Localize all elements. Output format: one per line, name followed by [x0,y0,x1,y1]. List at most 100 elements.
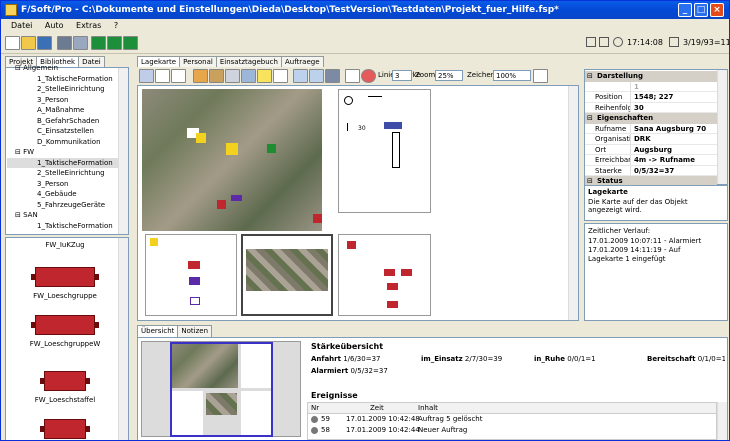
tree-item[interactable]: 5_FahrzeugeGeräte [7,200,119,211]
redo-icon[interactable] [309,69,324,83]
tree-item[interactable]: 4_Gebäude [7,189,119,200]
property-row[interactable]: Staerke 0/5/32=37 [585,165,717,176]
table-row[interactable]: 59 17.01.2009 10:42:48 Auftrag 5 gelösch… [308,414,716,425]
col-zeit[interactable]: Zeit [370,403,384,414]
menu-help[interactable]: ? [109,19,123,33]
stat-label: in_Ruhe [534,355,565,363]
line-width-select[interactable]: 3 [392,70,412,81]
map-marker-warning[interactable] [196,133,206,143]
stat-in-ruhe: in_Ruhe 0/0/1=1 [534,355,596,363]
minimap-viewport[interactable] [170,342,273,437]
event-nr: 59 [321,415,330,423]
property-row[interactable]: OrganisationDRK [585,134,717,145]
symbol-tool-icon[interactable] [193,69,208,83]
stat-value: 0/5/32=37 [350,367,388,375]
zoom-fit-icon[interactable] [325,69,340,83]
color-picker-icon[interactable] [361,69,376,83]
event-time: 17.01.2009 10:42:48 [346,415,420,423]
map-marker-red[interactable] [217,200,226,209]
tree-item[interactable]: 2_StelleEinrichtung [7,84,119,95]
property-row[interactable]: Reihenfolge30 [585,102,717,113]
library-item[interactable] [19,419,111,439]
property-row[interactable]: Rufname Sana Augsburg 70 [585,123,717,134]
list-icon[interactable] [599,37,609,47]
select-icon[interactable] [139,69,154,83]
new-file-icon[interactable] [5,36,20,50]
tree-group[interactable]: ⊟ FW [7,147,119,158]
tree-item[interactable]: 1_TaktischeFormation [7,157,119,168]
property-value: DRK [634,135,651,143]
open-folder-icon[interactable] [21,36,36,50]
image-tool-icon[interactable] [209,69,224,83]
tree-item[interactable]: A_Maßnahme [7,105,119,116]
grid-tool-icon[interactable] [225,69,240,83]
rect-select-icon[interactable] [155,69,170,83]
font-size-select[interactable]: 100% [493,70,531,81]
property-row[interactable]: Ort Augsburg [585,144,717,155]
col-inhalt[interactable]: Inhalt [418,403,438,414]
sheet-red-symbol [347,241,356,249]
section-darstellung[interactable]: Darstellung [585,71,717,82]
line-tool-icon[interactable] [273,69,288,83]
stat-bereitschaft: Bereitschaft 0/1/0=1 [647,355,725,363]
library-item[interactable]: FW_IuKZug [19,241,111,249]
property-row[interactable]: 1 [585,81,717,92]
tree-scrollbar[interactable] [118,68,128,234]
menu-extras[interactable]: Extras [71,19,106,33]
print-preview-icon[interactable] [73,36,88,50]
sheet-red-symbol [384,269,395,276]
print-icon[interactable] [57,36,72,50]
sort-icon[interactable] [586,37,596,47]
property-value: 1 [634,82,639,91]
arrow-left-icon[interactable] [123,36,138,50]
alarm-icon[interactable] [533,69,548,83]
tree-item[interactable]: 3_Person [7,179,119,190]
tree-item[interactable]: 3_Person [7,95,119,106]
map-marker-red[interactable] [313,214,322,223]
save-icon[interactable] [37,36,52,50]
tab-notizen[interactable]: Notizen [177,325,213,337]
sheet-outline-symbol [190,297,200,305]
arrow-right-icon[interactable] [91,36,106,50]
events-scrollbar[interactable] [717,402,727,440]
tree-item[interactable]: 1_TaktischeFormation [7,74,119,85]
col-nr[interactable]: Nr [311,403,319,414]
menu-datei[interactable]: Datei [1,19,37,33]
close-button[interactable]: × [710,3,724,17]
loeschgruppew-symbol [31,315,99,335]
tree-item[interactable]: B_GefahrSchaden [7,116,119,127]
tree-item[interactable]: D_Kommunikation [7,137,119,148]
menu-auto[interactable]: Auto [40,19,69,33]
font-tool-icon[interactable] [345,69,360,83]
library-item[interactable]: FW_LoeschgruppeW [19,315,111,348]
arrow-up-icon[interactable] [107,36,122,50]
tree-group[interactable]: ⊟ Allgemein [7,63,119,74]
map-scrollbar[interactable] [568,86,578,320]
table-row[interactable]: 58 17.01.2009 10:42:44 Neuer Auftrag [308,425,716,436]
map-marker-warning[interactable] [226,143,238,155]
text-tool-icon[interactable] [171,69,186,83]
tree-group[interactable]: ⊟ SAN [7,210,119,221]
property-row[interactable]: Position 1548; 227 [585,92,717,103]
maximize-button[interactable]: □ [694,3,708,17]
library-item[interactable]: FW_Loeschgruppe [19,267,111,300]
tree-item[interactable]: C_Einsatzstellen [7,126,119,137]
library-item[interactable]: FW_Loeschstaffel [19,371,111,404]
map-marker-unit[interactable] [231,195,242,201]
map-marker-green[interactable] [267,144,276,153]
library-item-label: FW_Loeschgruppe [33,292,97,300]
tree-item[interactable]: 1_TaktischeFormation [7,221,119,232]
properties-scrollbar[interactable] [717,70,727,184]
map-sheet[interactable] [338,89,431,213]
note-tool-icon[interactable] [257,69,272,83]
stat-label: Bereitschaft [647,355,696,363]
section-eigenschaften[interactable]: Eigenschaften [585,113,717,124]
event-time: 17.01.2009 10:42:44 [346,426,420,434]
minimize-button[interactable]: _ [678,3,692,17]
library-scrollbar[interactable] [118,238,128,440]
undo-icon[interactable] [293,69,308,83]
zoom-select[interactable]: 25% [435,70,463,81]
tree-item[interactable]: 2_StelleEinrichtung [7,168,119,179]
layer-tool-icon[interactable] [241,69,256,83]
property-row[interactable]: Erreichbarkeit4m -> Rufname [585,155,717,166]
